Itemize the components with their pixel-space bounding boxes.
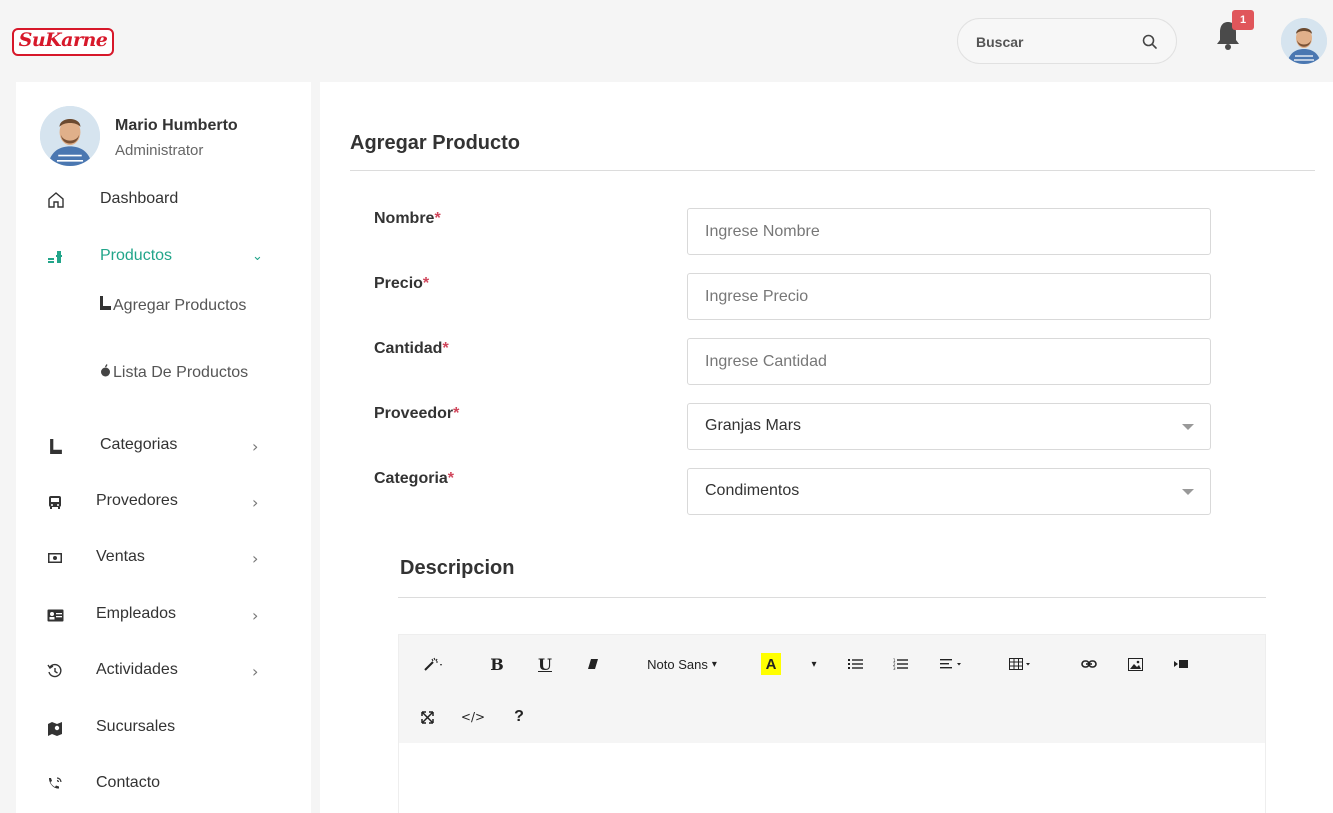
- sidebar-item-label: Categorias: [100, 436, 178, 453]
- field-label-categoria: Categoria*: [374, 470, 455, 487]
- proveedor-select[interactable]: Granjas Mars: [687, 403, 1211, 450]
- font-family-dropdown[interactable]: Noto Sans ▾: [635, 651, 729, 677]
- help-button[interactable]: ?: [509, 704, 529, 730]
- chevron-right-icon: ›: [252, 662, 259, 681]
- sidebar-item-actividades[interactable]: Actividades ›: [16, 654, 311, 688]
- sidebar-item-label: Ventas: [96, 548, 145, 565]
- fullscreen-icon[interactable]: [417, 704, 437, 730]
- profile-role: Administrator: [115, 142, 204, 159]
- avatar[interactable]: [1281, 18, 1327, 64]
- sidebar-subitem-label: Lista De Productos: [113, 364, 249, 381]
- notification-badge: 1: [1232, 10, 1254, 30]
- paragraph-align-icon[interactable]: [935, 651, 969, 677]
- profile-avatar: [40, 106, 100, 166]
- code-view-button[interactable]: </>: [459, 704, 487, 730]
- divider: [350, 170, 1315, 171]
- section-title-descripcion: Descripcion: [400, 557, 515, 579]
- search-icon[interactable]: [1141, 33, 1159, 51]
- sidebar-item-label: Sucursales: [96, 718, 176, 735]
- magic-style-button[interactable]: [417, 651, 451, 677]
- font-color-dropdown[interactable]: ▾: [807, 651, 821, 677]
- chevron-right-icon: ›: [252, 549, 259, 568]
- sidebar-item-label: Provedores: [96, 492, 178, 509]
- money-icon: [45, 548, 65, 568]
- sidebar-item-label: Empleados: [96, 605, 177, 622]
- home-icon: [46, 190, 66, 210]
- boot-icon: [46, 436, 66, 456]
- chevron-right-icon: ›: [252, 493, 259, 512]
- video-icon[interactable]: [1171, 651, 1191, 677]
- image-icon[interactable]: [1125, 651, 1145, 677]
- proveedor-select-value: Granjas Mars: [705, 417, 802, 434]
- unordered-list-icon[interactable]: [845, 651, 865, 677]
- font-color-button[interactable]: A: [761, 653, 781, 675]
- cantidad-field[interactable]: [687, 338, 1211, 385]
- sidebar-item-ventas[interactable]: Ventas ›: [16, 541, 311, 575]
- field-label-proveedor: Proveedor*: [374, 405, 460, 422]
- brand-logo[interactable]: SuKarne: [12, 28, 114, 56]
- font-family-value: Noto Sans: [647, 656, 708, 672]
- chevron-right-icon: ›: [252, 606, 259, 625]
- categoria-select-value: Condimentos: [705, 482, 800, 499]
- profile-name: Mario Humberto: [115, 117, 238, 134]
- products-icon: [46, 247, 66, 267]
- svg-text:3: 3: [893, 666, 896, 670]
- sidebar-item-categorias[interactable]: Categorias ›: [16, 429, 311, 463]
- sidebar-subitem-agregar-productos[interactable]: Agregar Productos: [99, 294, 279, 318]
- id-card-icon: [45, 605, 65, 625]
- phone-icon: [45, 774, 65, 794]
- divider: [398, 597, 1266, 598]
- sidebar-subitem-lista-productos[interactable]: Lista De Productos: [99, 361, 279, 385]
- ordered-list-icon[interactable]: 123: [890, 651, 910, 677]
- nombre-field[interactable]: [687, 208, 1211, 255]
- editor-toolbar: B U Noto Sans ▾ A ▾ 123 </> ?: [399, 635, 1265, 743]
- chevron-down-icon: ⌄: [252, 249, 263, 264]
- boot-icon: [99, 294, 113, 318]
- link-icon[interactable]: [1079, 651, 1099, 677]
- main-content: Agregar Producto Nombre* Precio* Cantida…: [320, 82, 1333, 813]
- eraser-icon[interactable]: [583, 651, 603, 677]
- page-title: Agregar Producto: [350, 132, 521, 154]
- search-input[interactable]: [976, 31, 1126, 53]
- apple-icon: [99, 361, 113, 385]
- categoria-select[interactable]: Condimentos: [687, 468, 1211, 515]
- logo-text: SuKarne: [18, 29, 108, 51]
- sidebar-item-productos[interactable]: Productos ⌄: [16, 240, 311, 274]
- sidebar-item-provedores[interactable]: Provedores ›: [16, 485, 311, 519]
- bus-icon: [45, 492, 65, 512]
- rich-text-editor: B U Noto Sans ▾ A ▾ 123 </> ?: [398, 634, 1266, 813]
- history-icon: [45, 661, 65, 681]
- field-label-nombre: Nombre*: [374, 210, 441, 227]
- sidebar-item-label: Contacto: [96, 774, 161, 791]
- sidebar-subitem-label: Agregar Productos: [113, 297, 247, 314]
- sidebar-item-empleados[interactable]: Empleados ›: [16, 598, 311, 632]
- sidebar-item-contacto[interactable]: Contacto: [16, 767, 311, 801]
- sidebar-item-dashboard[interactable]: Dashboard: [16, 183, 311, 217]
- sidebar-item-label: Dashboard: [100, 190, 179, 207]
- underline-button[interactable]: U: [535, 651, 555, 677]
- field-label-precio: Precio*: [374, 275, 430, 292]
- caret-down-icon: [1182, 424, 1194, 430]
- sidebar: Mario Humberto Administrator Dashboard P…: [16, 82, 311, 813]
- bold-button[interactable]: B: [487, 651, 507, 677]
- chevron-right-icon: ›: [252, 437, 259, 456]
- sidebar-item-label: Productos: [100, 247, 173, 264]
- editor-content-area[interactable]: [399, 743, 1265, 813]
- top-bar: SuKarne 1: [0, 0, 1333, 82]
- map-icon: [45, 718, 65, 738]
- sidebar-item-label: Actividades: [96, 661, 178, 678]
- precio-field[interactable]: [687, 273, 1211, 320]
- search-box: [957, 18, 1177, 64]
- sidebar-item-sucursales[interactable]: Sucursales: [16, 711, 311, 745]
- table-icon[interactable]: [1004, 651, 1038, 677]
- field-label-cantidad: Cantidad*: [374, 340, 449, 357]
- caret-down-icon: [1182, 489, 1194, 495]
